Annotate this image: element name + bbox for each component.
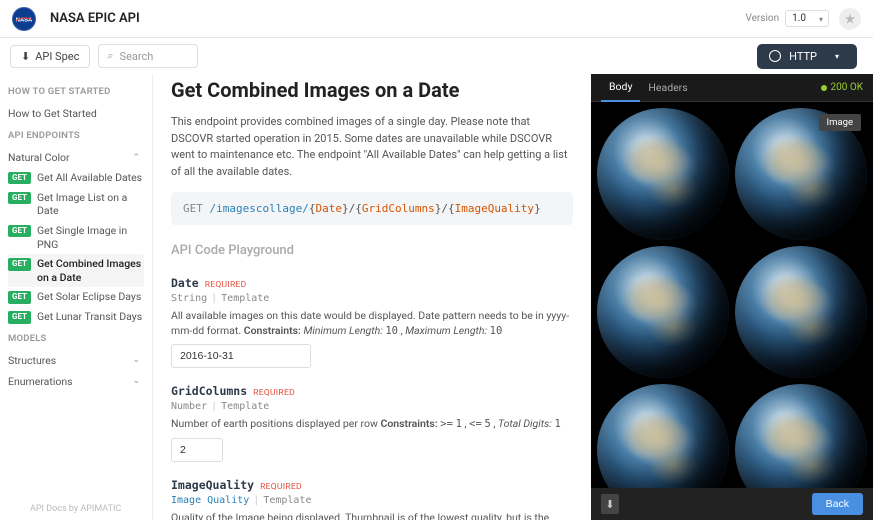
nasa-logo: NASA — [12, 7, 36, 31]
response-image — [597, 108, 867, 488]
param-desc: All available images on this date would … — [171, 309, 573, 338]
status-text: 200 OK — [831, 82, 864, 93]
sidebar-group-label: Natural Color — [8, 151, 70, 164]
http-dropdown[interactable]: HTTP ▾ — [757, 44, 857, 69]
method-badge: GET — [8, 225, 31, 237]
api-spec-label: API Spec — [35, 50, 79, 63]
path-var: ImageQuality — [455, 202, 534, 215]
tab-body[interactable]: Body — [601, 73, 640, 102]
version-label: Version — [745, 13, 779, 24]
sidebar-item-enumerations[interactable]: Enumerations ⌄ — [8, 371, 144, 392]
earth-image — [735, 384, 867, 488]
back-button[interactable]: Back — [812, 493, 863, 515]
version-value: 1.0 — [792, 13, 806, 24]
status-badge: 200 OK — [821, 82, 864, 93]
search-icon: ⌕ — [107, 49, 113, 63]
sidebar-head-howto: HOW TO GET STARTED — [8, 86, 144, 97]
earth-image — [597, 246, 729, 378]
sidebar-group-natural-color[interactable]: Natural Color ⌃ — [8, 147, 144, 168]
chevron-down-icon: ⌄ — [132, 355, 140, 365]
app-title: NASA EPIC API — [50, 11, 140, 26]
download-icon[interactable]: ⬇ — [601, 494, 619, 514]
sidebar-item-structures[interactable]: Structures ⌄ — [8, 350, 144, 371]
playground-heading: API Code Playground — [171, 243, 573, 258]
tab-headers[interactable]: Headers — [640, 74, 695, 101]
required-badge: REQUIRED — [253, 388, 295, 398]
param-template: Template — [221, 293, 269, 304]
param-type[interactable]: Image Quality — [171, 495, 249, 506]
endpoint-description: This endpoint provides combined images o… — [171, 114, 573, 180]
param-name-quality: ImageQuality — [171, 478, 254, 492]
chevron-down-icon: ⌄ — [132, 376, 140, 386]
status-dot-icon — [821, 85, 827, 91]
endpoint-label: Get Solar Eclipse Days — [37, 290, 141, 304]
search-placeholder: Search — [120, 50, 154, 63]
param-type: String — [171, 293, 207, 304]
sidebar-endpoint[interactable]: GET Get All Available Dates — [8, 168, 144, 188]
endpoint-label: Get All Available Dates — [37, 171, 142, 185]
footer-credit: API Docs by APIMATIC — [30, 504, 121, 514]
chevron-down-icon: ▾ — [819, 15, 823, 24]
param-type: Number — [171, 401, 207, 412]
avatar[interactable] — [839, 8, 861, 30]
endpoint-label: Get Combined Images on a Date — [37, 257, 144, 284]
sidebar-endpoint[interactable]: GET Get Image List on a Date — [8, 188, 144, 221]
date-input[interactable] — [171, 344, 311, 368]
method-badge: GET — [8, 258, 31, 270]
endpoint-label: Get Single Image in PNG — [37, 224, 144, 251]
sidebar-item-label: Structures — [8, 354, 56, 367]
param-name-grid: GridColumns — [171, 384, 247, 398]
param-name-date: Date — [171, 276, 199, 290]
api-spec-button[interactable]: ⬇ API Spec — [10, 45, 90, 68]
method-badge: GET — [8, 172, 31, 184]
gridcolumns-input[interactable] — [171, 438, 223, 462]
sidebar-endpoint-active[interactable]: GET Get Combined Images on a Date — [8, 254, 144, 287]
http-label: HTTP — [789, 50, 817, 63]
method-badge: GET — [8, 311, 31, 323]
sidebar-item-howto[interactable]: How to Get Started — [8, 103, 144, 124]
search-input[interactable]: ⌕ Search — [98, 44, 198, 68]
http-method: GET — [183, 202, 203, 215]
path-var: Date — [315, 202, 342, 215]
path-base: /imagescollage/ — [210, 202, 309, 215]
chevron-down-icon: ▾ — [835, 52, 839, 61]
required-badge: REQUIRED — [205, 280, 247, 290]
sidebar-endpoint[interactable]: GET Get Single Image in PNG — [8, 221, 144, 254]
image-type-badge: Image — [819, 114, 861, 131]
param-template: Template — [221, 401, 269, 412]
version-select[interactable]: 1.0 ▾ — [785, 10, 829, 27]
method-badge: GET — [8, 192, 31, 204]
method-badge: GET — [8, 291, 31, 303]
earth-image — [597, 108, 729, 240]
earth-image — [735, 246, 867, 378]
sidebar-item-label: Enumerations — [8, 375, 73, 388]
path-var: GridColumns — [362, 202, 435, 215]
endpoint-url-block: GET /imagescollage/{Date}/{GridColumns}/… — [171, 192, 573, 225]
sidebar-endpoint[interactable]: GET Get Lunar Transit Days — [8, 307, 144, 327]
required-badge: REQUIRED — [260, 482, 302, 492]
param-desc: Quality of the Image being displayed. Th… — [171, 511, 573, 520]
endpoint-label: Get Image List on a Date — [37, 191, 144, 218]
param-desc: Number of earth positions displayed per … — [171, 417, 573, 432]
page-title: Get Combined Images on a Date — [171, 78, 573, 102]
earth-image — [597, 384, 729, 488]
endpoint-label: Get Lunar Transit Days — [37, 310, 142, 324]
globe-icon — [769, 50, 781, 62]
sidebar-head-models: MODELS — [8, 333, 144, 344]
sidebar-head-endpoints: API ENDPOINTS — [8, 130, 144, 141]
sidebar-endpoint[interactable]: GET Get Solar Eclipse Days — [8, 287, 144, 307]
param-template: Template — [263, 495, 311, 506]
chevron-up-icon: ⌃ — [132, 153, 140, 163]
download-icon: ⬇ — [21, 50, 30, 63]
